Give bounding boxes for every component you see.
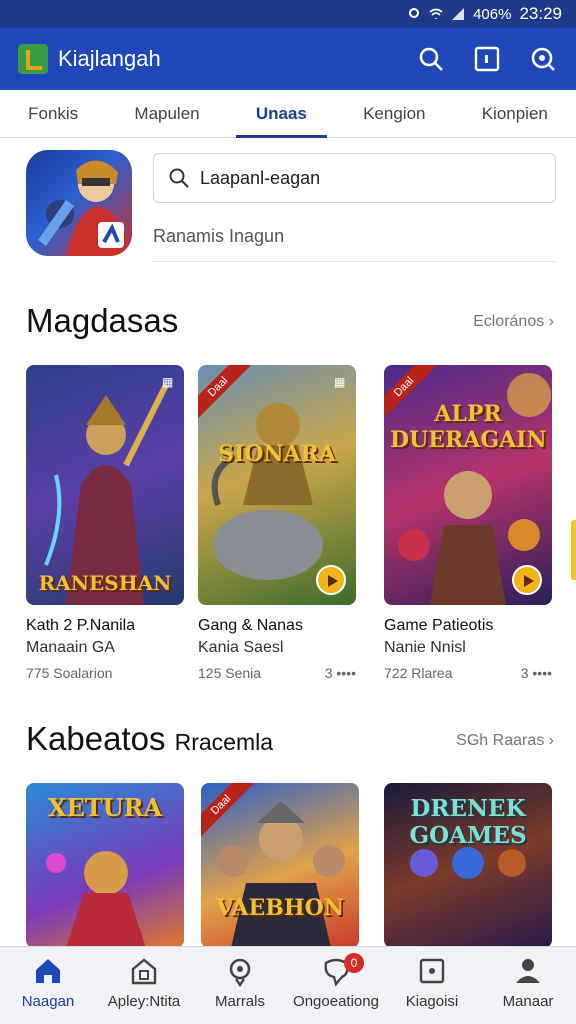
tab-bar: Fonkis Mapulen Unaas Kengion Kionpien <box>0 90 576 138</box>
nav-label: Ongoeationg <box>293 993 379 1010</box>
nav-item-home[interactable]: Naagan <box>0 955 96 1010</box>
gear-shield-icon <box>229 958 251 987</box>
chevron-right-icon: › <box>548 732 554 749</box>
game-art: DRENEK GOAMES <box>384 783 552 948</box>
grid-icon: ▦ <box>334 375 346 389</box>
tab-unaas[interactable]: Unaas <box>235 92 327 138</box>
game-art: Daal ALPR DUERAGAIN <box>384 365 552 605</box>
search-input[interactable] <box>200 167 540 189</box>
search-icon <box>169 168 189 188</box>
home-icon <box>36 959 60 983</box>
nav-label: Apley:Ntita <box>107 993 181 1010</box>
game-meta: 125 Senia <box>198 665 262 681</box>
featured-game-icon[interactable] <box>26 150 132 256</box>
play-icon[interactable] <box>512 565 542 595</box>
section-title-magdasas: Magdasas <box>26 302 179 339</box>
tab-kionpien[interactable]: Kionpien <box>476 92 554 136</box>
wifi-icon <box>429 8 443 19</box>
section-link-see-all[interactable]: Eclorános › <box>473 313 554 331</box>
nav-item-profile[interactable]: Manaar <box>480 955 576 1010</box>
section-link-see-all-2[interactable]: SGh Raaras › <box>456 732 554 750</box>
game-card[interactable]: Daal ALPR DUERAGAIN Game Patieotis Nanie… <box>384 365 552 681</box>
game-name: Gang & Nanas <box>198 617 303 634</box>
game-art-title: DRENEK GOAMES <box>409 795 527 849</box>
store-icon <box>131 958 157 985</box>
game-name: Kath 2 P.Nanila <box>26 617 136 634</box>
signal-icon <box>452 8 465 20</box>
game-art: Daal ▦ SIONARA <box>198 365 356 605</box>
section-title-main: Kabeatos <box>26 720 166 757</box>
game-art: XETURA <box>26 783 184 948</box>
game-card[interactable]: Daal ▦ SIONARA Gang & Nanas Kania Saesl … <box>198 365 356 681</box>
nav-item-store[interactable]: Apley:Ntita <box>96 955 192 1010</box>
search-alt-icon[interactable] <box>528 44 558 74</box>
game-art-title: RANESHAN <box>38 571 172 595</box>
status-bar: 406% 23:29 <box>0 0 576 28</box>
nav-item-chat[interactable]: 0 Ongoeationg <box>288 953 384 1010</box>
search-field[interactable] <box>153 153 556 203</box>
tab-mapulen[interactable]: Mapulen <box>128 92 205 136</box>
game-art-title: SIONARA <box>218 441 336 467</box>
square-icon[interactable] <box>472 44 502 74</box>
bottom-nav: Naagan Apley:Ntita Marrals 0 Ongoeationg… <box>0 946 576 1024</box>
tablet-icon <box>419 958 445 984</box>
game-developer: Nanie Nnisl <box>384 639 466 656</box>
game-developer: Manaain GA <box>26 639 115 656</box>
game-art: Daal VAEBHON <box>201 783 359 948</box>
game-art-title: ALPR DUERAGAIN <box>390 401 547 453</box>
section-title-suffix: Rracemla <box>174 729 274 755</box>
grid-icon: ▦ <box>162 375 174 389</box>
game-card[interactable]: XETURA <box>26 783 184 948</box>
search-icon[interactable] <box>416 44 446 74</box>
nav-label: Marrals <box>214 993 265 1010</box>
nav-label: Naagan <box>21 993 75 1010</box>
nav-label: Kiagoisi <box>405 993 459 1010</box>
game-card[interactable]: ▦ RANESHAN Kath 2 P.Nanila Manaain GA 77… <box>26 365 184 681</box>
game-meta-right: 3 •••• <box>324 665 356 681</box>
location-icon <box>409 8 420 18</box>
play-icon[interactable] <box>316 565 346 595</box>
tab-fonkis[interactable]: Fonkis <box>22 92 84 136</box>
game-art-title: XETURA <box>47 793 163 822</box>
chevron-right-icon: › <box>548 313 554 330</box>
app-bar: Kiajlangah <box>0 28 576 90</box>
clock-text: 23:29 <box>519 4 562 23</box>
game-meta: 775 Soalarion <box>26 665 113 681</box>
game-art: ▦ RANESHAN <box>26 365 184 605</box>
battery-text: 406% <box>473 5 512 23</box>
game-developer: Kania Saesl <box>198 639 284 656</box>
section-link-label: SGh Raaras <box>456 732 545 749</box>
section-link-label: Eclorános <box>473 313 545 330</box>
game-meta: 722 Rlarea <box>384 665 453 681</box>
game-card[interactable]: DRENEK GOAMES <box>384 783 552 948</box>
game-art-title: VAEBHON <box>216 895 344 921</box>
nav-item-settings[interactable]: Marrals <box>192 955 288 1010</box>
scroll-accent <box>571 520 576 580</box>
person-icon <box>516 959 540 983</box>
section-title-kabeatos: Kabeatos Rracemla <box>26 720 273 758</box>
tab-kengion[interactable]: Kengion <box>357 92 431 136</box>
notification-badge: 0 <box>344 953 364 973</box>
game-card[interactable]: Daal VAEBHON <box>201 783 359 948</box>
search-subtitle: Ranamis Inagun <box>153 226 556 262</box>
nav-label: Manaar <box>502 993 554 1010</box>
app-logo-icon <box>18 44 48 74</box>
app-title: Kiajlangah <box>58 46 161 71</box>
game-meta-right: 3 •••• <box>520 665 552 681</box>
game-name: Game Patieotis <box>384 617 494 634</box>
nav-item-tablet[interactable]: Kiagoisi <box>384 955 480 1010</box>
